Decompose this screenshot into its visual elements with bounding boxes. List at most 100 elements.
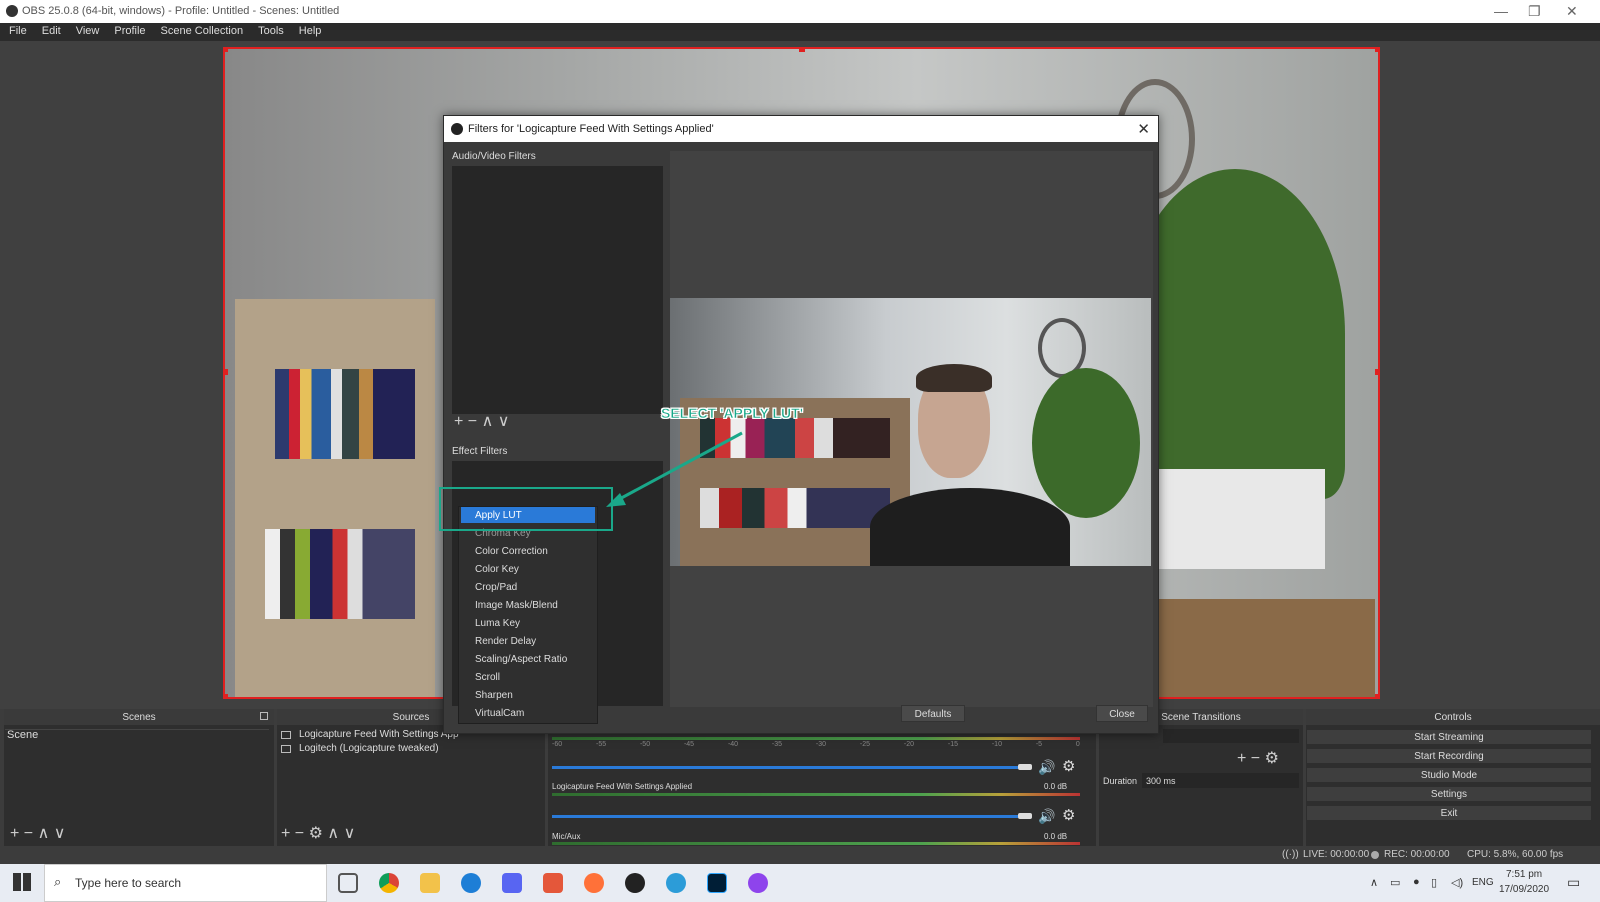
menu-item-scroll[interactable]: Scroll	[475, 672, 500, 683]
firefox-icon[interactable]	[584, 873, 604, 893]
scenes-undock-icon[interactable]	[260, 712, 268, 720]
move-scene-down-button[interactable]: ∨	[54, 825, 66, 842]
remove-av-filter-button[interactable]: −	[468, 413, 477, 430]
menu-edit[interactable]: Edit	[33, 23, 67, 37]
remove-transition-button[interactable]: −	[1251, 750, 1260, 767]
tray-language[interactable]: ENG	[1472, 877, 1494, 888]
tray-display-icon[interactable]: ▯	[1431, 876, 1437, 889]
exit-button[interactable]: Exit	[1306, 805, 1592, 821]
volume-knob-0[interactable]	[1018, 764, 1032, 770]
window-titlebar: OBS 25.0.8 (64-bit, windows) - Profile: …	[0, 0, 1600, 23]
task-view-icon[interactable]	[338, 873, 358, 893]
audio-meter-2	[552, 842, 1080, 845]
obs-taskbar-icon[interactable]	[625, 873, 645, 893]
resize-handle-bl[interactable]	[225, 694, 228, 697]
volume-slider-1[interactable]	[552, 815, 1018, 818]
speaker-icon[interactable]: 🔊	[1038, 759, 1055, 776]
remove-scene-button[interactable]: −	[24, 825, 33, 842]
discord-icon[interactable]	[502, 873, 522, 893]
windows-start-icon[interactable]	[13, 873, 31, 891]
move-scene-up-button[interactable]: ∧	[38, 825, 50, 842]
menu-item-crop-pad[interactable]: Crop/Pad	[475, 582, 517, 593]
speaker-icon[interactable]: 🔊	[1038, 808, 1055, 825]
menu-item-luma-key[interactable]: Luma Key	[475, 618, 520, 629]
app-s-icon[interactable]	[543, 873, 563, 893]
move-av-filter-down-button[interactable]: ∨	[498, 413, 510, 430]
restore-button[interactable]: ❐	[1528, 3, 1541, 20]
add-scene-button[interactable]: +	[10, 825, 19, 842]
mixer-track-db-0: 0.0 dB	[1044, 782, 1068, 791]
search-icon: ⌕	[54, 874, 62, 889]
resize-handle-br[interactable]	[1375, 694, 1378, 697]
resize-handle-tl[interactable]	[225, 49, 228, 52]
duration-input[interactable]: 300 ms	[1142, 773, 1299, 788]
transition-select[interactable]	[1163, 729, 1299, 743]
move-source-up-button[interactable]: ∧	[327, 825, 339, 842]
gear-icon[interactable]: ⚙	[309, 825, 323, 842]
menu-item-scaling-aspect-ratio[interactable]: Scaling/Aspect Ratio	[475, 654, 567, 665]
app-icon[interactable]	[461, 873, 481, 893]
resize-handle-l[interactable]	[225, 369, 228, 375]
resize-handle-r[interactable]	[1375, 369, 1378, 375]
tray-date[interactable]: 17/09/2020	[1499, 884, 1549, 895]
menu-scene-collection[interactable]: Scene Collection	[152, 23, 250, 37]
tray-volume-icon[interactable]: ◁)	[1451, 876, 1463, 889]
menu-item-image-mask-blend[interactable]: Image Mask/Blend	[475, 600, 558, 611]
duration-label: Duration	[1103, 776, 1138, 786]
chrome-icon[interactable]	[379, 873, 399, 893]
dialog-close-icon[interactable]: ✕	[1137, 120, 1150, 138]
menu-tools[interactable]: Tools	[249, 23, 290, 37]
remove-source-button[interactable]: −	[295, 825, 304, 842]
minimize-button[interactable]: —	[1494, 3, 1508, 19]
taskbar-search[interactable]: ⌕ Type here to search	[44, 864, 327, 902]
gear-icon[interactable]: ⚙	[1062, 806, 1075, 824]
start-recording-button[interactable]: Start Recording	[1306, 748, 1592, 764]
menu-item-virtualcam[interactable]: VirtualCam	[475, 708, 524, 719]
rec-status: REC: 00:00:00	[1384, 849, 1450, 860]
resize-handle-t[interactable]	[799, 49, 805, 52]
menu-profile[interactable]: Profile	[105, 23, 151, 37]
source-image-icon	[281, 731, 291, 739]
notification-icon[interactable]: ▭	[1567, 874, 1580, 891]
add-transition-button[interactable]: +	[1237, 750, 1246, 767]
menu-file[interactable]: File	[0, 23, 33, 37]
close-window-button[interactable]: ✕	[1566, 3, 1578, 20]
source-item-logitech[interactable]: Logitech (Logicapture tweaked)	[299, 743, 439, 754]
edge-icon[interactable]	[666, 873, 686, 893]
move-av-filter-up-button[interactable]: ∧	[482, 413, 494, 430]
menu-help[interactable]: Help	[290, 23, 328, 37]
tray-chevron-icon[interactable]: ∧	[1370, 876, 1378, 889]
close-dialog-button[interactable]: Close	[1096, 705, 1148, 722]
tray-time[interactable]: 7:51 pm	[1506, 869, 1542, 880]
gear-icon[interactable]: ⚙	[1265, 750, 1279, 767]
file-explorer-icon[interactable]	[420, 873, 440, 893]
gear-icon[interactable]: ⚙	[1062, 757, 1075, 775]
menu-item-render-delay[interactable]: Render Delay	[475, 636, 536, 647]
start-streaming-button[interactable]: Start Streaming	[1306, 729, 1592, 745]
menu-view[interactable]: View	[67, 23, 106, 37]
menu-item-sharpen[interactable]: Sharpen	[475, 690, 513, 701]
studio-mode-button[interactable]: Studio Mode	[1306, 767, 1592, 783]
add-av-filter-button[interactable]: +	[454, 413, 463, 430]
live-status: LIVE: 00:00:00	[1303, 849, 1370, 860]
menu-bar: File Edit View Profile Scene Collection Tools…	[0, 23, 1600, 41]
controls-dock: Controls Start Streaming Start Recording…	[1306, 709, 1600, 846]
menu-item-color-correction[interactable]: Color Correction	[475, 546, 548, 557]
add-source-button[interactable]: +	[281, 825, 290, 842]
photoshop-icon[interactable]	[707, 873, 727, 893]
obs-logo-icon	[451, 123, 463, 135]
move-source-down-button[interactable]: ∨	[344, 825, 356, 842]
books-image	[275, 369, 415, 459]
resize-handle-tr[interactable]	[1375, 49, 1378, 52]
settings-button[interactable]: Settings	[1306, 786, 1592, 802]
app-circle-icon[interactable]	[748, 873, 768, 893]
defaults-button[interactable]: Defaults	[901, 705, 965, 722]
status-bar: ((·)) LIVE: 00:00:00 REC: 00:00:00 CPU: …	[0, 846, 1600, 864]
volume-slider-0[interactable]	[552, 766, 1018, 769]
volume-knob-1[interactable]	[1018, 813, 1032, 819]
tray-network-icon[interactable]: ▭	[1390, 876, 1400, 889]
menu-item-color-key[interactable]: Color Key	[475, 564, 519, 575]
tray-mic-icon[interactable]: ●	[1413, 876, 1420, 888]
planter-image	[1145, 469, 1325, 569]
av-filters-list[interactable]	[452, 166, 663, 414]
